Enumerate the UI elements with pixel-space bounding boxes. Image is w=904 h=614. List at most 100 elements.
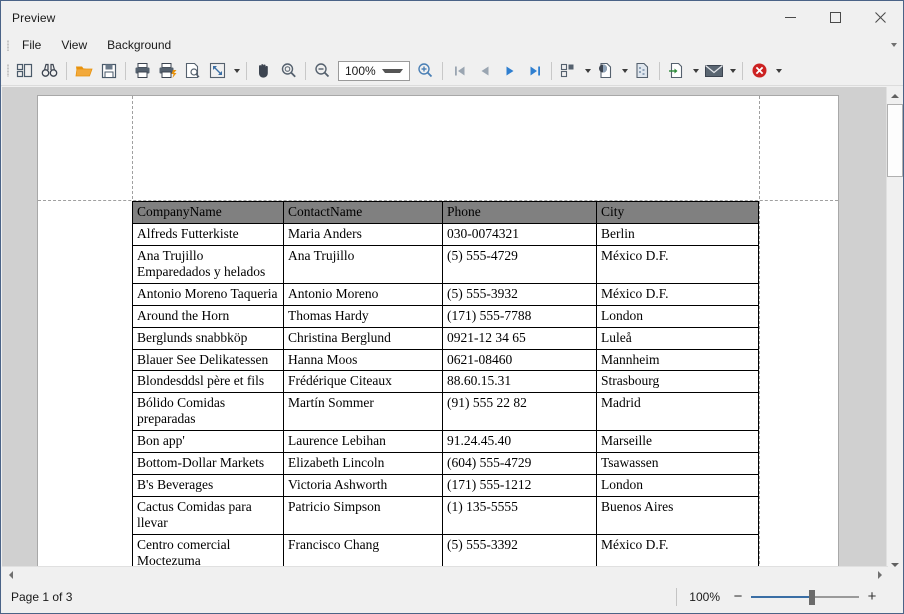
- zoom-level-combobox[interactable]: 100%: [338, 60, 410, 81]
- zoom-slider-track-empty: [813, 596, 859, 598]
- cell-contact: Thomas Hardy: [283, 304, 443, 328]
- cell-company: Blauer See Delikatessen: [132, 348, 284, 372]
- multiple-pages-chevron-icon[interactable]: [581, 59, 593, 83]
- status-bar: Page 1 of 3 100% − +: [2, 582, 888, 612]
- close-button[interactable]: [858, 1, 903, 34]
- watermark-icon[interactable]: [630, 59, 655, 83]
- zoom-in-icon[interactable]: [413, 59, 438, 83]
- thumbnails-panel-icon[interactable]: [12, 59, 37, 83]
- menu-overflow-chevron-icon[interactable]: [890, 34, 897, 56]
- cell-city: Luleå: [596, 326, 759, 350]
- cell-phone: (604) 555-4729: [442, 452, 597, 476]
- zoom-slider[interactable]: [751, 590, 859, 605]
- first-page-icon[interactable]: [447, 59, 472, 83]
- title-bar: Preview: [1, 1, 903, 34]
- cell-city: Buenos Aires: [596, 495, 759, 535]
- toolbar-separator: [246, 61, 247, 80]
- save-floppy-icon[interactable]: [96, 59, 121, 83]
- maximize-button[interactable]: [813, 1, 858, 34]
- page-color-chevron-icon[interactable]: [618, 59, 630, 83]
- menu-drag-grip[interactable]: [3, 34, 12, 56]
- open-folder-icon[interactable]: [71, 59, 96, 83]
- cell-contact: Victoria Ashworth: [283, 474, 443, 497]
- menu-bar: File View Background: [1, 34, 903, 56]
- table-header-row: CompanyName ContactName Phone City: [132, 201, 759, 224]
- print-icon[interactable]: [130, 59, 155, 83]
- send-mail-chevron-icon[interactable]: [726, 59, 738, 83]
- menu-item-view[interactable]: View: [52, 36, 96, 54]
- scroll-left-button[interactable]: [2, 567, 19, 583]
- table-row: Berglunds snabbköp Christina Berglund 0921…: [132, 326, 759, 350]
- preview-window: Preview File View Background 100% Compan…: [0, 0, 904, 614]
- page-color-icon[interactable]: [593, 59, 618, 83]
- minimize-button[interactable]: [768, 1, 813, 34]
- table-row: Antonio Moreno Taqueria Antonio Moreno (5)…: [132, 282, 759, 306]
- next-page-icon[interactable]: [497, 59, 522, 83]
- close-preview-icon[interactable]: [747, 59, 772, 83]
- page-setup-icon[interactable]: [180, 59, 205, 83]
- cell-contact: Patricio Simpson: [283, 495, 443, 535]
- cell-company: Around the Horn: [132, 304, 284, 328]
- cell-phone: (91) 555 22 82: [442, 392, 597, 432]
- find-binoculars-icon[interactable]: [37, 59, 62, 83]
- table-row: B's Beverages Victoria Ashworth (171) 555-…: [132, 474, 759, 497]
- zoom-out-icon[interactable]: [310, 59, 335, 83]
- table-row: Blondesddsl père et fils Frédérique Citea…: [132, 370, 759, 394]
- multiple-pages-icon[interactable]: [556, 59, 581, 83]
- zoom-level-value: 100%: [345, 63, 376, 78]
- cell-phone: (5) 555-4729: [442, 244, 597, 284]
- window-title: Preview: [12, 10, 56, 25]
- zoom-slider-thumb[interactable]: [809, 590, 815, 605]
- report-table: CompanyName ContactName Phone City Alfre…: [132, 201, 759, 573]
- horizontal-scrollbar[interactable]: [2, 566, 888, 582]
- status-zoom-out-button[interactable]: −: [732, 589, 744, 604]
- table-body: Alfreds Futterkiste Maria Anders 030-00743…: [132, 223, 759, 573]
- margin-guide-right: [759, 96, 760, 573]
- last-page-icon[interactable]: [522, 59, 547, 83]
- scale-icon[interactable]: [205, 59, 230, 83]
- zoom-level-chevron-icon[interactable]: [381, 68, 403, 73]
- hand-tool-icon[interactable]: [251, 59, 276, 83]
- toolbar-drag-grip[interactable]: [3, 59, 12, 83]
- table-row: Bólido Comidas preparadas Martín Sommer (9…: [132, 392, 759, 432]
- scroll-right-button[interactable]: [871, 567, 888, 583]
- status-zoom-in-button[interactable]: +: [866, 589, 878, 604]
- cell-company: Blondesddsl père et fils: [132, 370, 284, 394]
- vertical-scrollbar[interactable]: [886, 87, 903, 573]
- scroll-down-button[interactable]: [887, 556, 903, 573]
- close-preview-chevron-icon[interactable]: [772, 59, 784, 83]
- cell-company: Bottom-Dollar Markets: [132, 452, 284, 476]
- cell-phone: 0921-12 34 65: [442, 326, 597, 350]
- window-controls: [768, 1, 903, 34]
- scroll-up-button[interactable]: [887, 87, 903, 104]
- cell-company: Alfreds Futterkiste: [132, 223, 284, 246]
- toolbar-separator: [125, 61, 126, 80]
- table-row: Bottom-Dollar Markets Elizabeth Lincoln (6…: [132, 452, 759, 476]
- vertical-scroll-thumb[interactable]: [887, 104, 903, 177]
- cell-city: London: [596, 474, 759, 497]
- cell-company: B's Beverages: [132, 474, 284, 497]
- export-document-chevron-icon[interactable]: [689, 59, 701, 83]
- send-mail-icon[interactable]: [701, 59, 726, 83]
- cell-phone: 91.24.45.40: [442, 430, 597, 454]
- previous-page-icon[interactable]: [472, 59, 497, 83]
- document-preview-area[interactable]: CompanyName ContactName Phone City Alfre…: [2, 87, 888, 573]
- column-header-city: City: [596, 201, 759, 224]
- toolbar-separator: [66, 61, 67, 80]
- cell-phone: (171) 555-7788: [442, 304, 597, 328]
- cell-contact: Laurence Lebihan: [283, 430, 443, 454]
- column-header-contactname: ContactName: [283, 201, 443, 224]
- cell-contact: Frédérique Citeaux: [283, 370, 443, 394]
- export-document-icon[interactable]: [664, 59, 689, 83]
- toolbar-separator: [659, 61, 660, 80]
- cell-company: Bólido Comidas preparadas: [132, 392, 284, 432]
- table-row: Around the Horn Thomas Hardy (171) 555-778…: [132, 304, 759, 328]
- cell-company: Bon app': [132, 430, 284, 454]
- menu-item-background[interactable]: Background: [98, 36, 180, 54]
- quick-print-icon[interactable]: [155, 59, 180, 83]
- page-indicator: Page 1 of 3: [11, 590, 73, 604]
- scale-dropdown-chevron-icon[interactable]: [230, 59, 242, 83]
- menu-item-file[interactable]: File: [13, 36, 50, 54]
- column-header-companyname: CompanyName: [132, 201, 284, 224]
- magnifier-tool-icon[interactable]: [276, 59, 301, 83]
